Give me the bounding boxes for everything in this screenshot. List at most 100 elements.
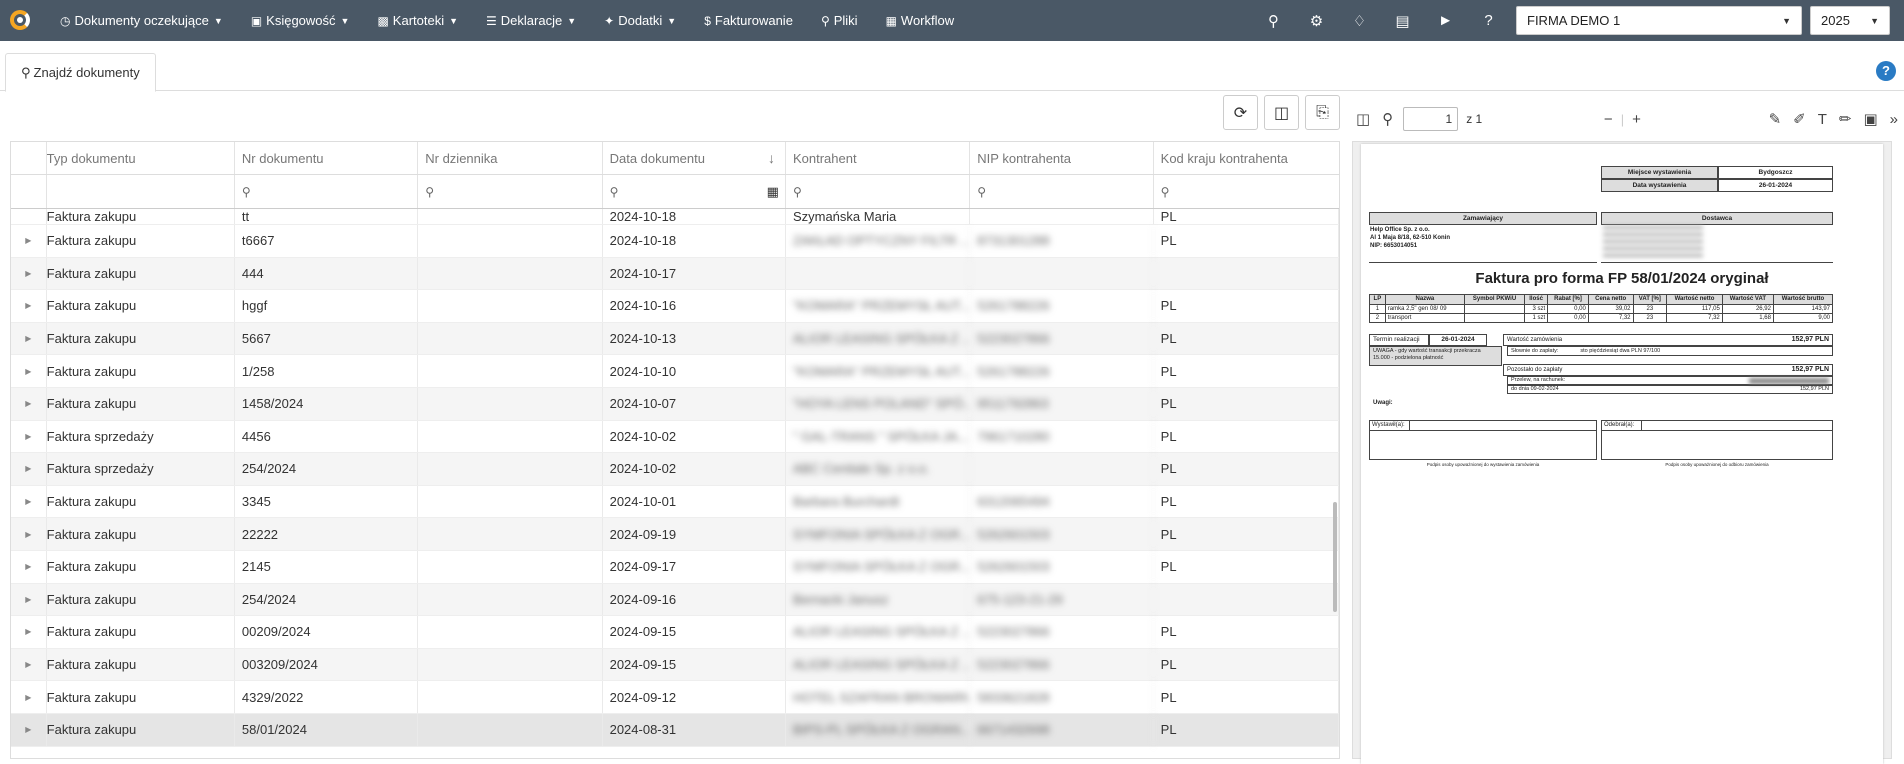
filter-data-dokumentu[interactable]: ⚲ ▦ xyxy=(603,175,786,208)
table-row[interactable]: ▶ Faktura zakupu 2145 2024-09-17 SYMFONIA SP… xyxy=(11,550,1339,584)
table-row[interactable]: ▶ Faktura zakupu hggf 2024-10-16 "KOMARA" PR… xyxy=(11,290,1339,323)
draw-icon[interactable]: ✏ xyxy=(1839,110,1852,128)
cell-journal xyxy=(418,550,603,583)
bell-icon[interactable]: ♢ xyxy=(1338,12,1381,30)
row-expander[interactable]: ▶ xyxy=(11,290,47,322)
table-row[interactable]: ▶ Faktura zakupu 5667 2024-10-13 ALIOR LEASI… xyxy=(11,322,1339,356)
header-nr-dziennika[interactable]: Nr dziennika xyxy=(418,142,603,174)
row-expander[interactable]: ▶ xyxy=(11,355,47,387)
nav-dodatki[interactable]: ✦ Dodatki ▼ xyxy=(590,0,690,41)
table-row[interactable]: ▶ Faktura zakupu 22222 2024-09-19 SYMFONIA S… xyxy=(11,518,1339,551)
export-button[interactable]: ⎘ xyxy=(1305,95,1340,130)
row-expander[interactable]: ▶ xyxy=(11,648,47,681)
table-row-partial[interactable]: Faktura zakupu tt 2024-10-18 Szymańska M… xyxy=(11,209,1339,225)
header-kontrahent[interactable]: Kontrahent xyxy=(786,142,971,174)
table-row[interactable]: ▶ Faktura zakupu 1458/2024 2024-10-07 "HOYA … xyxy=(11,387,1339,421)
row-expander[interactable]: ▶ xyxy=(11,713,47,746)
table-row[interactable]: ▶ Faktura sprzedaży 254/2024 2024-10-02 ABC … xyxy=(11,453,1339,486)
pdf-table-cell: 1 xyxy=(1369,304,1386,314)
grid-scrollbar[interactable] xyxy=(1333,502,1337,612)
pdf-table-header: Wartość brutto xyxy=(1772,294,1834,305)
cell-contractor: Bernacki Janusz xyxy=(786,583,971,616)
search-icon: ⚲ xyxy=(1160,184,1170,199)
term-value: 26-01-2024 xyxy=(1429,334,1487,346)
row-expander[interactable]: ▶ xyxy=(11,453,47,485)
nav-fakturowanie[interactable]: $ Fakturowanie xyxy=(690,0,807,41)
row-expander[interactable]: ▶ xyxy=(11,225,47,257)
highlight-icon[interactable]: ✐ xyxy=(1793,110,1806,128)
table-row[interactable]: ▶ Faktura zakupu 254/2024 2024-09-16 Bernack… xyxy=(11,583,1339,617)
nav-kartoteki[interactable]: ▩ Kartoteki ▼ xyxy=(363,0,472,41)
header-typ-dokumentu[interactable]: Typ dokumentu xyxy=(47,142,235,174)
nav-workflow[interactable]: ▦ Workflow xyxy=(872,0,969,41)
nav-deklaracje[interactable]: ☰ Deklaracje ▼ xyxy=(472,0,590,41)
table-row[interactable]: ▶ Faktura zakupu 4329/2022 2024-09-12 HOTEL … xyxy=(11,681,1339,714)
pdf-table-header: Wartość VAT xyxy=(1721,294,1774,305)
table-row[interactable]: ▶ Faktura zakupu 1/258 2024-10-10 "KOMARA" P… xyxy=(11,355,1339,388)
row-expander[interactable]: ▶ xyxy=(11,257,47,290)
table-row[interactable]: ▶ Faktura zakupu 003209/2024 2024-09-15 ALIO… xyxy=(11,648,1339,682)
expand-icon: ▶ xyxy=(25,692,32,702)
company-select[interactable]: FIRMA DEMO 1 ▼ xyxy=(1516,6,1802,35)
row-expander[interactable]: ▶ xyxy=(11,616,47,648)
columns-button[interactable]: ◫ xyxy=(1264,95,1299,130)
row-expander[interactable]: ▶ xyxy=(11,485,47,518)
items-table: LP Nazwa Symbol PKWiU Ilość Rabat [%] Cena ne… xyxy=(1369,294,1834,323)
filter-nr-dokumentu[interactable]: ⚲ xyxy=(235,175,419,208)
table-row[interactable]: ▶ Faktura zakupu 58/01/2024 2024-08-31 BIPS-… xyxy=(11,713,1339,747)
cell-journal xyxy=(418,257,603,290)
header-nr-dokumentu[interactable]: Nr dokumentu xyxy=(235,142,419,174)
calendar-icon[interactable]: ▦ xyxy=(767,184,779,200)
pdf-table-cell: 7,32 xyxy=(1587,313,1634,323)
table-row[interactable]: ▶ Faktura zakupu t6667 2024-10-18 ZAKŁAD OPT… xyxy=(11,225,1339,258)
table-row[interactable]: ▶ Faktura zakupu 444 2024-10-17 xyxy=(11,257,1339,291)
filter-typ[interactable] xyxy=(47,175,235,208)
app-logo[interactable] xyxy=(6,6,36,36)
chart-icon[interactable]: ▤ xyxy=(1381,12,1424,30)
expand-icon: ▶ xyxy=(25,399,32,409)
filter-nr-dziennika[interactable]: ⚲ xyxy=(418,175,603,208)
tab-znajdz-dokumenty[interactable]: ⚲ Znajdź dokumenty xyxy=(5,53,156,92)
header-nip-kontrahenta[interactable]: NIP kontrahenta xyxy=(970,142,1154,174)
image-icon[interactable]: ▣ xyxy=(1863,110,1877,128)
table-row[interactable]: ▶ Faktura sprzedaży 4456 2024-10-02 " GAL-TR… xyxy=(11,420,1339,454)
more-tools-icon[interactable]: » xyxy=(1890,111,1898,128)
year-select[interactable]: 2025 ▼ xyxy=(1810,6,1890,35)
text-icon[interactable]: T xyxy=(1818,111,1827,128)
issued-field xyxy=(1410,421,1596,431)
bullhorn-icon[interactable]: ► xyxy=(1424,12,1467,29)
help-icon[interactable]: ? xyxy=(1876,61,1896,81)
refresh-button[interactable]: ⟳ xyxy=(1223,95,1258,130)
row-expander[interactable]: ▶ xyxy=(11,583,47,616)
gear-icon[interactable]: ⚙ xyxy=(1295,12,1338,30)
filter-kontrahent[interactable]: ⚲ xyxy=(786,175,971,208)
cell-journal xyxy=(418,453,603,485)
row-expander[interactable]: ▶ xyxy=(11,681,47,713)
row-expander[interactable]: ▶ xyxy=(11,387,47,420)
table-row[interactable]: ▶ Faktura zakupu 3345 2024-10-01 Barbara Bur… xyxy=(11,485,1339,519)
cell-journal xyxy=(418,583,603,616)
nav-pliki[interactable]: ⚲ Pliki xyxy=(807,0,872,41)
header-data-dokumentu[interactable]: Data dokumentu ↓ xyxy=(603,142,786,174)
row-expander[interactable]: ▶ xyxy=(11,550,47,583)
nav-ksiegowosc[interactable]: ▣ Księgowość ▼ xyxy=(237,0,364,41)
zoom-search-icon[interactable]: ⚲ xyxy=(1252,12,1295,30)
sign-icon[interactable]: ✎ xyxy=(1769,110,1782,128)
table-row[interactable]: ▶ Faktura zakupu 00209/2024 2024-09-15 ALIOR… xyxy=(11,616,1339,649)
zoom-out-icon[interactable]: − xyxy=(1604,111,1613,128)
pdf-table-cell: 23 xyxy=(1632,313,1668,323)
filter-kod-kraju[interactable]: ⚲ xyxy=(1154,175,1339,208)
question-icon[interactable]: ? xyxy=(1467,12,1510,29)
filter-nip[interactable]: ⚲ xyxy=(970,175,1154,208)
zoom-in-icon[interactable]: + xyxy=(1632,111,1641,128)
header-expander xyxy=(11,142,47,174)
row-expander[interactable]: ▶ xyxy=(11,518,47,550)
cell-contractor: Barbara Burchardt xyxy=(786,485,971,518)
row-expander[interactable]: ▶ xyxy=(11,420,47,453)
row-expander[interactable]: ▶ xyxy=(11,322,47,355)
header-kod-kraju[interactable]: Kod kraju kontrahenta xyxy=(1154,142,1339,174)
page-number-input[interactable]: 1 xyxy=(1403,107,1459,131)
search-icon[interactable]: ⚲ xyxy=(1382,110,1393,128)
sidebar-toggle-icon[interactable]: ◫ xyxy=(1356,110,1370,128)
nav-dokumenty-oczekujace[interactable]: ◷ Dokumenty oczekujące ▼ xyxy=(46,0,237,41)
